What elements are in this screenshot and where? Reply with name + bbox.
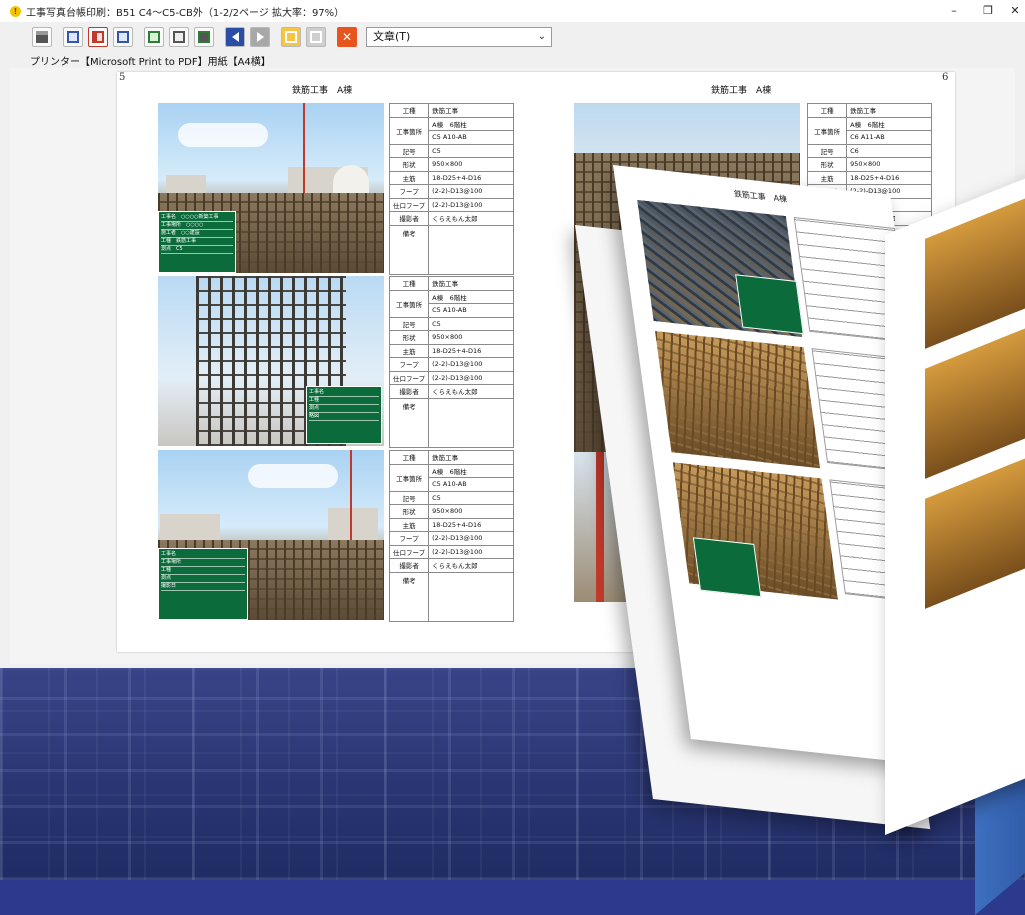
prev-page-button[interactable] (225, 27, 245, 47)
two-page-button[interactable] (88, 27, 108, 47)
title-bar: ! 工事写真台帳印刷：B51 C4～C5-CB外（1-2/2ページ 拡大率：97… (0, 0, 1025, 22)
export-list-button[interactable] (169, 27, 189, 47)
minimize-button[interactable]: – (937, 0, 971, 22)
photo-dome (333, 165, 369, 195)
page-number-right: 6 (942, 72, 949, 83)
info-table-3: 工種 鉄筋工事 工事箇所 A棟 6階柱 C5 A10-AB 記号 C5 形状 950×8… (388, 450, 515, 622)
booklet-photo-2 (655, 331, 821, 469)
zoom-in-button[interactable] (281, 27, 301, 47)
next-page-button[interactable] (250, 27, 270, 47)
photo-board: 工事名 ○○○○新築工事 工事場所 ○○○○ 施工者 ○○建設 工種 鉄筋工事 … (158, 211, 236, 273)
booklet-photo-4 (925, 190, 1025, 349)
export-gray-icon (173, 31, 185, 43)
export-image-button[interactable] (144, 27, 164, 47)
info-table-2: 工種 鉄筋工事 工事箇所 A棟 6階柱 C5 A10-AB 記号 C5 形状 950×8… (388, 276, 515, 448)
booklet-photo-5 (925, 320, 1025, 479)
photo-cloud (178, 123, 268, 147)
photo-1: 工事名 ○○○○新築工事 工事場所 ○○○○ 施工者 ○○建設 工種 鉄筋工事 … (158, 103, 384, 273)
photo-3: 工事名 工事場所 工種 測点 撮影日 (158, 450, 384, 620)
restore-button[interactable]: ❐ (971, 0, 1005, 22)
page-number-left: 5 (119, 72, 126, 83)
photo-2: 工事名 工種 測点 略図 (158, 276, 384, 446)
save-green-icon (198, 31, 210, 43)
font-select[interactable]: 文章(T) ⌄ (366, 27, 552, 47)
save-button[interactable] (194, 27, 214, 47)
zoom-in-icon (285, 31, 297, 43)
next-page-icon (256, 32, 264, 42)
booklet-board (692, 537, 762, 598)
photo-crane (350, 450, 352, 546)
single-page-icon (67, 31, 79, 43)
booklet-photo-6 (925, 450, 1025, 609)
photo-cloud (248, 464, 338, 488)
booklet-heading: 鉄筋工事 A棟 (733, 189, 788, 205)
page-width-icon (117, 31, 129, 43)
photo-crane (303, 103, 305, 203)
page-width-button[interactable] (113, 27, 133, 47)
close-preview-button[interactable]: ✕ (337, 27, 357, 47)
close-preview-icon: ✕ (341, 30, 353, 44)
info-table-1: 工種 鉄筋工事 工事箇所 A棟 6階柱 C5 A10-AB 記号 C5 形状 950×8… (388, 103, 515, 275)
booklet-illustration: 鉄筋工事 A棟 (555, 145, 1025, 915)
window-title: 工事写真台帳印刷：B51 C4～C5-CB外（1-2/2ページ 拡大率：97%） (26, 7, 345, 19)
font-select-value: 文章(T) (373, 30, 411, 43)
single-page-button[interactable] (63, 27, 83, 47)
photo-board: 工事名 工種 測点 略図 (306, 386, 382, 444)
chevron-down-icon: ⌄ (537, 31, 546, 42)
toolbar: ✕ 文章(T) ⌄ (0, 24, 1025, 50)
fit-page-button[interactable] (306, 27, 326, 47)
booklet-board (735, 274, 804, 335)
page-heading-right: 鉄筋工事 A棟 (711, 86, 772, 96)
printer-info: プリンター【Microsoft Print to PDF】用紙【A4横】 (30, 57, 271, 68)
page-heading-left: 鉄筋工事 A棟 (292, 86, 353, 96)
print-button[interactable] (32, 27, 52, 47)
app-icon: ! (10, 5, 21, 17)
export-green-icon (148, 31, 160, 43)
booklet-page-right (885, 166, 1025, 835)
photo-board: 工事名 工事場所 工種 測点 撮影日 (158, 548, 248, 620)
prev-page-icon (231, 32, 239, 42)
fit-page-icon (310, 31, 322, 43)
close-window-button[interactable]: ✕ (1005, 0, 1025, 22)
two-page-icon (92, 31, 104, 43)
print-icon (36, 31, 48, 43)
